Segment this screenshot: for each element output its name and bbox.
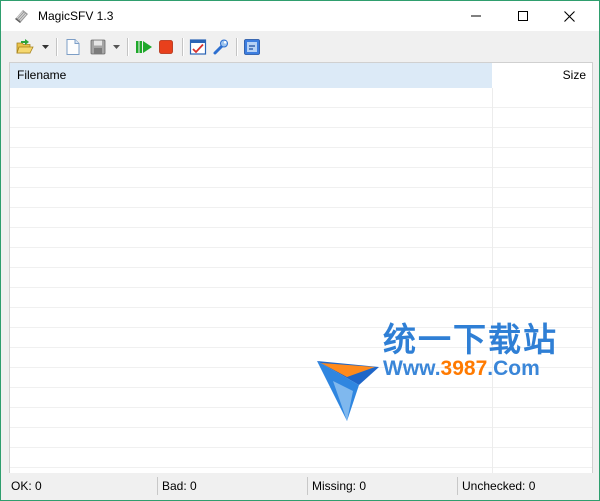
- watermark-site-name: 统一下载站: [383, 320, 558, 359]
- status-unchecked: Unchecked: 0: [462, 479, 536, 493]
- maximize-button[interactable]: [500, 1, 546, 31]
- about-icon[interactable]: [243, 38, 261, 56]
- watermark: 统一下载站 Www.3987.Com: [307, 301, 557, 436]
- report-icon[interactable]: [189, 38, 207, 56]
- title-bar[interactable]: MagicSFV 1.3: [1, 1, 599, 31]
- close-icon: [563, 10, 575, 22]
- close-button[interactable]: [546, 1, 592, 31]
- toolbar-separator: [236, 38, 238, 56]
- toolbar: [1, 31, 599, 61]
- status-ok: OK: 0: [11, 479, 42, 493]
- status-divider: [307, 477, 308, 495]
- status-divider: [457, 477, 458, 495]
- status-missing: Missing: 0: [312, 479, 367, 493]
- status-bad: Bad: 0: [162, 479, 197, 493]
- watermark-url: Www.3987.Com: [383, 357, 540, 380]
- status-bar: OK: 0 Bad: 0 Missing: 0 Unchecked: 0: [1, 473, 599, 500]
- start-check-icon[interactable]: [135, 38, 153, 56]
- stop-icon[interactable]: [157, 38, 175, 56]
- app-window: MagicSFV 1.3 Filename Size 统一下载站 Www.398…: [0, 0, 600, 501]
- maximize-icon: [518, 11, 528, 21]
- toolbar-separator: [56, 38, 58, 56]
- chevron-down-icon[interactable]: [113, 44, 120, 50]
- chevron-down-icon[interactable]: [42, 44, 49, 50]
- column-header-filename[interactable]: Filename: [10, 63, 492, 88]
- column-header-size[interactable]: Size: [492, 63, 592, 88]
- new-file-icon[interactable]: [64, 38, 82, 56]
- magicsfv-app-icon: [15, 10, 28, 23]
- save-icon[interactable]: [89, 38, 107, 56]
- minimize-button[interactable]: [453, 1, 499, 31]
- watermark-logo-icon: [317, 361, 379, 421]
- toolbar-separator: [127, 38, 129, 56]
- status-divider: [157, 477, 158, 495]
- toolbar-separator: [182, 38, 184, 56]
- minimize-icon: [471, 15, 481, 17]
- open-folder-icon[interactable]: [16, 38, 34, 56]
- window-title: MagicSFV 1.3: [38, 9, 114, 23]
- list-header: Filename Size: [10, 63, 592, 88]
- settings-tools-icon[interactable]: [212, 38, 230, 56]
